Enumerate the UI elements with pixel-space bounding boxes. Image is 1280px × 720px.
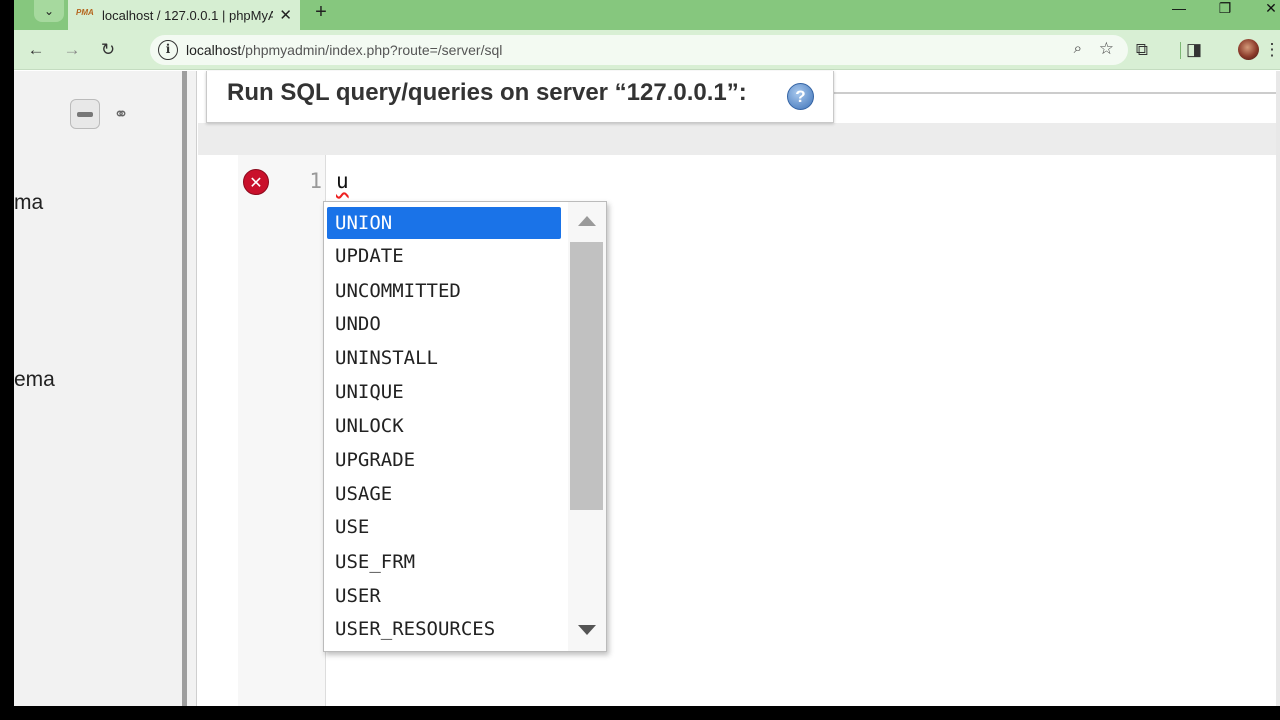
line-number: 1 [309, 169, 322, 193]
url-host: localhost [186, 42, 242, 58]
side-panel-icon[interactable]: ◨ [1182, 38, 1206, 62]
bookmark-star-icon[interactable]: ☆ [1099, 39, 1114, 59]
phpmyadmin-page: ⚭ ma ema Run SQL query/queries on server… [14, 71, 1280, 706]
tab-title: localhost / 127.0.0.1 | phpMyAdmin [102, 7, 274, 23]
extensions-icon[interactable]: ⧉ [1130, 38, 1154, 62]
page-title: Run SQL query/queries on server “127.0.0… [227, 79, 747, 106]
tab-strip: ⌄ PMA localhost / 127.0.0.1 | phpMyAdmin… [14, 0, 1280, 30]
profile-avatar[interactable] [1238, 39, 1259, 60]
minimize-button[interactable]: — [1156, 0, 1202, 18]
link-with-main-panel-icon[interactable]: ⚭ [108, 105, 134, 123]
toolbar-separator [1180, 42, 1181, 59]
scroll-down-arrow-icon[interactable] [578, 625, 596, 635]
header-divider [832, 92, 1276, 94]
autocomplete-item[interactable]: UNCOMMITTED [327, 275, 561, 307]
fieldset-background [198, 123, 1280, 155]
autocomplete-item[interactable]: USER [327, 580, 561, 612]
window-controls: — ❐ ✕ [1156, 0, 1280, 18]
browser-window: ⌄ PMA localhost / 127.0.0.1 | phpMyAdmin… [14, 0, 1280, 706]
sidebar-database-item[interactable]: ma [14, 191, 43, 215]
new-tab-button[interactable]: + [310, 1, 332, 23]
back-arrow-icon[interactable]: ← [24, 38, 48, 62]
autocomplete-item[interactable]: USE_FRM [327, 546, 561, 578]
tab-close-icon[interactable]: ✕ [279, 6, 292, 24]
collapse-minus-icon [77, 111, 93, 117]
sidebar-edge [187, 71, 197, 706]
collapse-all-button[interactable] [70, 99, 100, 129]
phpmyadmin-favicon-icon: PMA [76, 8, 94, 17]
scroll-up-arrow-icon[interactable] [578, 216, 596, 226]
autocomplete-scrollbar[interactable] [568, 202, 606, 651]
tab-search-button[interactable]: ⌄ [34, 0, 64, 22]
autocomplete-item[interactable]: USAGE [327, 478, 561, 510]
forward-arrow-icon[interactable]: → [60, 38, 84, 62]
autocomplete-item[interactable]: USER_RESOURCES [327, 613, 561, 645]
browser-tab[interactable]: PMA localhost / 127.0.0.1 | phpMyAdmin ✕ [68, 0, 300, 30]
close-window-button[interactable]: ✕ [1248, 0, 1280, 18]
autocomplete-item[interactable]: UNLOCK [327, 410, 561, 442]
autocomplete-item[interactable]: UNDO [327, 308, 561, 340]
autocomplete-item[interactable]: USE [327, 511, 561, 543]
zoom-icon[interactable]: ⌕ [1074, 40, 1082, 57]
help-icon[interactable]: ? [787, 83, 814, 110]
sidebar-database-item[interactable]: ema [14, 368, 55, 392]
site-info-icon[interactable]: i [158, 40, 178, 60]
autocomplete-item[interactable]: UNINSTALL [327, 342, 561, 374]
url-path: /phpmyadmin/index.php?route=/server/sql [241, 42, 503, 58]
scroll-thumb[interactable] [570, 242, 603, 510]
sql-panel-header: Run SQL query/queries on server “127.0.0… [206, 71, 834, 123]
autocomplete-item[interactable]: UPDATE [327, 240, 561, 272]
autocomplete-item[interactable]: UNION [327, 207, 561, 239]
autocomplete-dropdown[interactable]: UNION UPDATE UNCOMMITTED UNDO UNINSTALL … [323, 201, 607, 652]
navigation-sidebar: ⚭ ma ema [14, 71, 182, 706]
editor-gutter: ✕ 1 [238, 155, 326, 706]
browser-menu-icon[interactable]: ⋮ [1260, 38, 1280, 62]
url-text[interactable]: localhost/phpmyadmin/index.php?route=/se… [186, 42, 502, 58]
page-scrollbar[interactable] [1276, 71, 1280, 706]
autocomplete-item[interactable]: UPGRADE [327, 444, 561, 476]
code-line[interactable]: u [336, 169, 349, 193]
lint-error-icon[interactable]: ✕ [243, 169, 269, 195]
reload-icon[interactable]: ↻ [96, 38, 120, 62]
autocomplete-item[interactable]: UNIQUE [327, 376, 561, 408]
browser-toolbar: ← → ↻ i localhost/phpmyadmin/index.php?r… [14, 30, 1280, 70]
address-bar[interactable]: i localhost/phpmyadmin/index.php?route=/… [150, 35, 1128, 65]
restore-button[interactable]: ❐ [1202, 0, 1248, 18]
